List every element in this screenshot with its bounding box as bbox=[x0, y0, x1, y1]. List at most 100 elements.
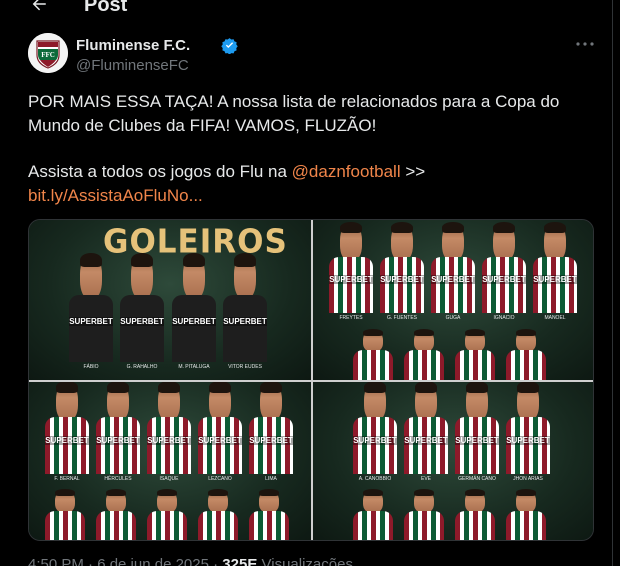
player-shirt bbox=[455, 511, 495, 540]
player-shirt: SUPERBET bbox=[96, 417, 140, 474]
player-hair bbox=[106, 489, 126, 496]
player-figure: SUPERBET bbox=[147, 382, 191, 474]
player-hair bbox=[209, 382, 231, 393]
player-hair bbox=[465, 489, 485, 496]
player-shirt bbox=[353, 350, 393, 380]
sponsor-text: SUPERBET bbox=[455, 436, 499, 445]
player-hair bbox=[516, 329, 536, 336]
back-arrow-icon[interactable] bbox=[30, 0, 48, 14]
player-name-label: VITOR EUDES bbox=[228, 364, 262, 370]
player-shirt: SUPERBET bbox=[533, 257, 577, 313]
avatar[interactable]: FFC bbox=[28, 33, 68, 73]
sponsor-text: SUPERBET bbox=[249, 436, 293, 445]
player-shirt: SUPERBET bbox=[329, 257, 373, 313]
player-hair bbox=[157, 489, 177, 496]
player-hair bbox=[259, 489, 279, 496]
player-shirt bbox=[506, 511, 546, 540]
verified-badge-icon bbox=[221, 38, 238, 54]
player-hair bbox=[415, 382, 437, 393]
player-hair bbox=[363, 329, 383, 336]
player-figure: SUPERBET bbox=[482, 222, 526, 313]
sponsor-text: SUPERBET bbox=[69, 317, 113, 326]
sponsor-text: SUPERBET bbox=[533, 275, 577, 284]
player-figure: SUPERBET bbox=[69, 253, 113, 362]
player-hair bbox=[183, 253, 205, 267]
sponsor-text: SUPERBET bbox=[329, 275, 373, 284]
more-options-icon[interactable] bbox=[574, 37, 596, 51]
svg-text:FFC: FFC bbox=[41, 51, 55, 59]
player-figure bbox=[506, 489, 546, 540]
mention-link[interactable]: @daznfootball bbox=[292, 162, 401, 181]
player-hair bbox=[56, 382, 78, 393]
player-hair bbox=[465, 329, 485, 336]
player-hair bbox=[208, 489, 228, 496]
player-hair bbox=[517, 382, 539, 393]
player-shirt bbox=[404, 511, 444, 540]
player-figure: SUPERBET bbox=[172, 253, 216, 362]
tweet-text: POR MAIS ESSA TAÇA! A nossa lista de rel… bbox=[28, 90, 588, 208]
player-hair bbox=[442, 222, 464, 233]
player-figure: SUPERBET bbox=[120, 253, 164, 362]
player-shirt bbox=[455, 350, 495, 380]
sponsor-text: SUPERBET bbox=[223, 317, 267, 326]
sponsor-text: SUPERBET bbox=[506, 436, 550, 445]
player-hair bbox=[260, 382, 282, 393]
player-hair bbox=[466, 382, 488, 393]
player-hair bbox=[55, 489, 75, 496]
fluminense-crest-icon: FFC bbox=[28, 33, 68, 73]
page-title: Post bbox=[84, 0, 128, 16]
player-figure bbox=[96, 489, 136, 540]
tweet-line: Mundo de Clubes da FIFA! VAMOS, FLUZÃO! bbox=[28, 116, 377, 135]
player-hair bbox=[516, 489, 536, 496]
display-name[interactable]: Fluminense F.C. bbox=[76, 37, 190, 54]
views-count: 325E bbox=[222, 556, 258, 566]
tweet-media-image[interactable]: GOLEIROS SUPERBET FÁBIO SUPERBET G. RAHALHO… bbox=[28, 219, 594, 541]
player-hair bbox=[414, 329, 434, 336]
player-hair bbox=[158, 382, 180, 393]
sponsor-text: SUPERBET bbox=[353, 436, 397, 445]
post-timestamp: 4:50 PM · 6 de jun de 2025 · 325E Visual… bbox=[28, 556, 353, 566]
tweet-text-fragment: Assista a todos os jogos do Flu na bbox=[28, 162, 292, 181]
player-shirt bbox=[45, 511, 85, 540]
player-hair bbox=[363, 489, 383, 496]
panel-divider bbox=[29, 380, 593, 382]
player-figure: SUPERBET bbox=[353, 382, 397, 474]
player-hair bbox=[340, 222, 362, 233]
player-shirt: SUPERBET bbox=[69, 295, 113, 362]
player-shirt: SUPERBET bbox=[198, 417, 242, 474]
player-hair bbox=[234, 253, 256, 267]
player-figure: SUPERBET bbox=[329, 222, 373, 313]
player-figure: SUPERBET bbox=[198, 382, 242, 474]
player-figure bbox=[404, 489, 444, 540]
player-hair bbox=[544, 222, 566, 233]
post-time: 4:50 PM · 6 de jun de 2025 · bbox=[28, 556, 223, 566]
user-handle[interactable]: @FluminenseFC bbox=[76, 57, 189, 74]
forwards-panel: SUPERBET A. CANOBBIO SUPERBET EVE SUPERBET GE… bbox=[313, 382, 593, 540]
player-hair bbox=[414, 489, 434, 496]
player-shirt: SUPERBET bbox=[223, 295, 267, 362]
tweet-line: Assista a todos os jogos do Flu na @dazn… bbox=[28, 160, 588, 184]
player-shirt: SUPERBET bbox=[249, 417, 293, 474]
player-shirt: SUPERBET bbox=[482, 257, 526, 313]
post-header: Post bbox=[0, 0, 620, 18]
player-hair bbox=[131, 253, 153, 267]
player-name-label: JHON ARIAS bbox=[513, 476, 543, 482]
views-label: Visualizações bbox=[257, 556, 353, 566]
external-link[interactable]: bit.ly/AssistaAoFluNo... bbox=[28, 186, 203, 205]
player-name-label: LIMA bbox=[265, 476, 277, 482]
player-figure bbox=[249, 489, 289, 540]
sponsor-text: SUPERBET bbox=[431, 275, 475, 284]
sponsor-text: SUPERBET bbox=[198, 436, 242, 445]
player-figure bbox=[455, 329, 495, 380]
player-figure bbox=[198, 489, 238, 540]
sponsor-text: SUPERBET bbox=[96, 436, 140, 445]
player-hair bbox=[107, 382, 129, 393]
sponsor-text: SUPERBET bbox=[482, 275, 526, 284]
goleiros-panel: GOLEIROS SUPERBET FÁBIO SUPERBET G. RAHALHO… bbox=[29, 220, 311, 380]
player-shirt: SUPERBET bbox=[455, 417, 499, 474]
tweet-text-fragment: >> bbox=[400, 162, 426, 181]
player-shirt: SUPERBET bbox=[404, 417, 448, 474]
player-figure: SUPERBET bbox=[380, 222, 424, 313]
player-shirt bbox=[147, 511, 187, 540]
